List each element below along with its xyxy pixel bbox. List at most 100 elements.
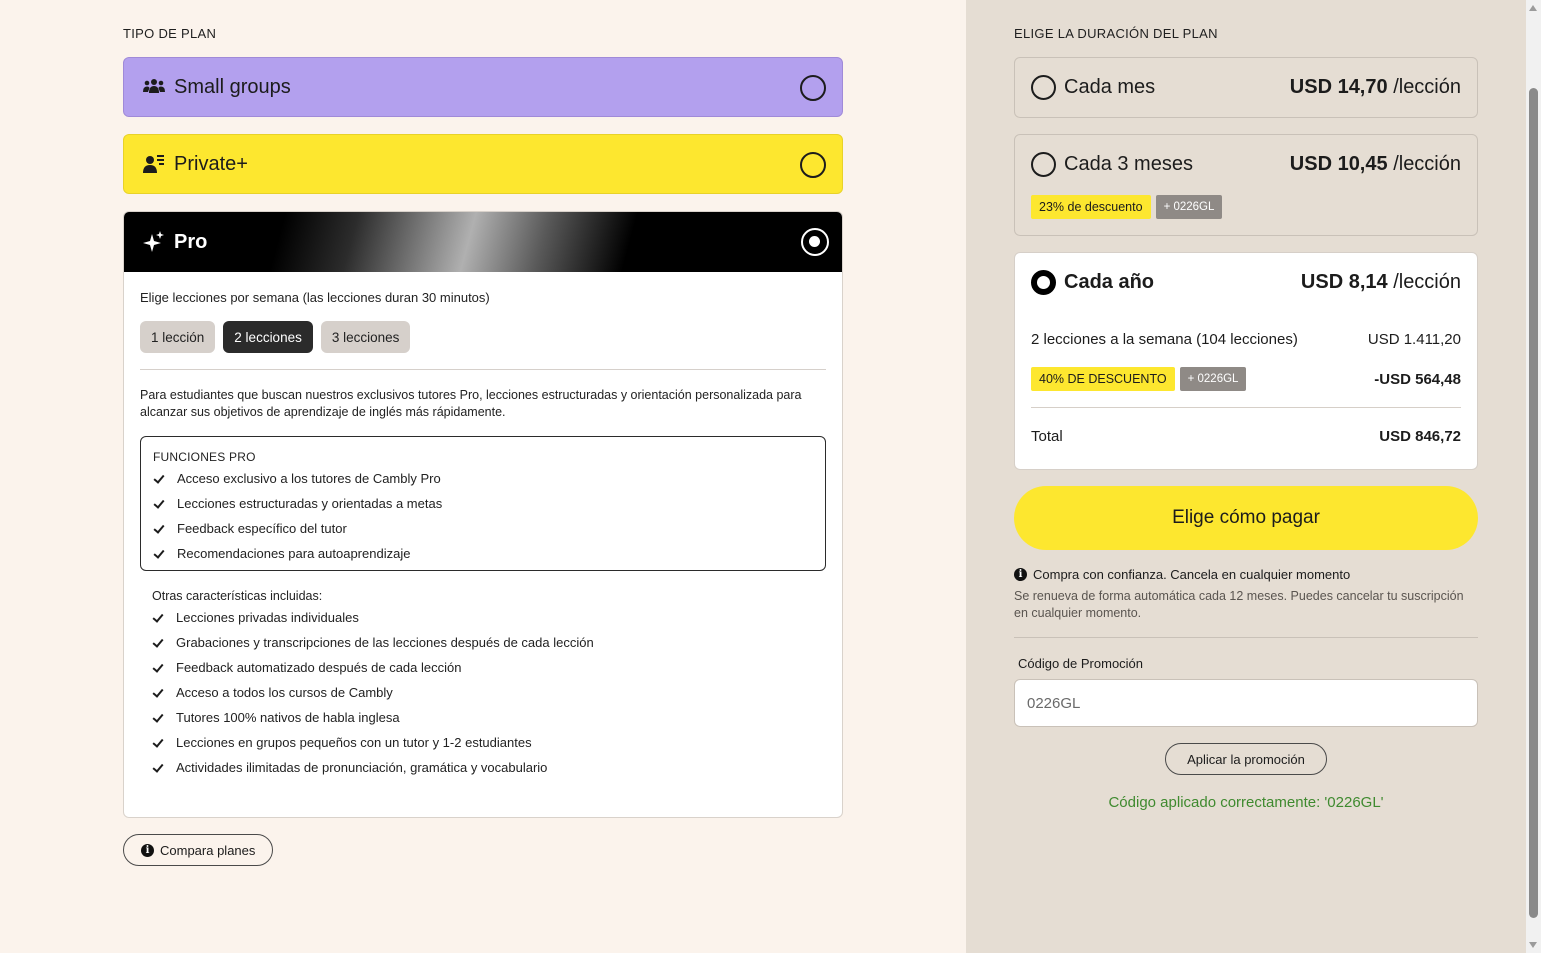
feature-item: Acceso exclusivo a los tutores de Cambly…: [153, 466, 813, 491]
renewal-note: Se renueva de forma automática cada 12 m…: [1014, 589, 1464, 620]
radio-button[interactable]: [1031, 75, 1056, 100]
pro-header[interactable]: Pro: [124, 212, 842, 272]
plan-label: Private+: [174, 152, 248, 175]
discount-badge: 40% DE DESCUENTO: [1031, 367, 1175, 391]
info-icon: i: [141, 843, 154, 857]
price-amount: USD 10,45: [1289, 153, 1388, 175]
summary-total-label: Total: [1031, 428, 1063, 445]
summary-total-line: Total USD 846,72: [1031, 428, 1461, 445]
duration-price: USD 8,14 /lección: [1301, 271, 1461, 294]
group-icon: [142, 75, 166, 99]
feature-text: Acceso exclusivo a los tutores de Cambly…: [177, 471, 441, 486]
summary-lessons-label: 2 lecciones a la semana (104 lecciones): [1031, 331, 1298, 348]
lesson-option-2[interactable]: 2 lecciones: [223, 321, 313, 353]
check-icon: [153, 548, 165, 560]
apply-promo-button[interactable]: Aplicar la promoción: [1165, 743, 1327, 775]
feature-item: Feedback automatizado después de cada le…: [152, 655, 814, 680]
duration-label: Cada año: [1064, 271, 1155, 293]
scrollbar[interactable]: [1526, 0, 1541, 953]
feature-text: Feedback automatizado después de cada le…: [176, 660, 462, 675]
private-tutor-icon: [142, 152, 166, 176]
check-icon: [152, 612, 164, 624]
scrollbar-thumb[interactable]: [1529, 88, 1538, 918]
feature-text: Feedback específico del tutor: [177, 521, 347, 536]
summary-discount-value: -USD 564,48: [1374, 370, 1461, 388]
lessons-per-week-label: Elige lecciones por semana (las leccione…: [140, 290, 490, 305]
choose-payment-button[interactable]: Elige cómo pagar: [1014, 486, 1478, 550]
summary-total-value: USD 846,72: [1379, 428, 1461, 445]
feature-item: Lecciones en grupos pequeños con un tuto…: [152, 730, 814, 755]
feature-item: Grabaciones y transcripciones de las lec…: [152, 630, 814, 655]
price-unit: /lección: [1393, 271, 1461, 293]
compare-plans-label: Compara planes: [160, 842, 256, 858]
plan-label: Small groups: [174, 75, 291, 98]
summary-discount-line: 40% DE DESCUENTO + 0226GL -USD 564,48: [1031, 367, 1461, 391]
feature-text: Actividades ilimitadas de pronunciación,…: [176, 760, 548, 775]
radio-button-selected[interactable]: [801, 228, 829, 256]
feature-text: Lecciones estructuradas y orientadas a m…: [177, 496, 443, 511]
duration-label: Cada 3 meses: [1064, 153, 1193, 175]
radio-button[interactable]: [800, 152, 826, 178]
check-icon: [152, 687, 164, 699]
radio-button[interactable]: [1031, 152, 1056, 177]
plan-option-private-plus[interactable]: Private+: [123, 134, 843, 194]
radio-button[interactable]: [800, 75, 826, 101]
promo-code-label: Código de Promoción: [1018, 656, 1144, 671]
plan-label: Pro: [174, 230, 208, 253]
duration-option-quarterly[interactable]: Cada 3 meses USD 10,45 /lección 23% de d…: [1014, 134, 1478, 236]
check-icon: [153, 473, 165, 485]
duration-option-yearly[interactable]: Cada año USD 8,14 /lección 2 lecciones a…: [1014, 252, 1478, 470]
duration-label: Cada mes: [1064, 76, 1156, 98]
lesson-option-1[interactable]: 1 lección: [140, 321, 216, 353]
summary-lessons-line: 2 lecciones a la semana (104 lecciones) …: [1031, 331, 1461, 348]
feature-item: Lecciones privadas individuales: [152, 605, 814, 630]
plan-type-panel: TIPO DE PLAN Small groups Private+ Pro E…: [0, 0, 966, 953]
feature-text: Grabaciones y transcripciones de las lec…: [176, 635, 594, 650]
check-icon: [152, 637, 164, 649]
summary-lessons-value: USD 1.411,20: [1367, 331, 1461, 348]
price-unit: /lección: [1393, 153, 1461, 175]
other-features: Otras características incluidas: Leccion…: [140, 571, 826, 780]
duration-title: ELIGE LA DURACIÓN DEL PLAN: [1014, 26, 1218, 41]
price-amount: USD 8,14: [1300, 271, 1388, 293]
feature-item: Feedback específico del tutor: [153, 516, 813, 541]
pro-features-box: FUNCIONES PRO Acceso exclusivo a los tut…: [140, 436, 826, 571]
check-icon: [153, 498, 165, 510]
compare-plans-button[interactable]: i Compara planes: [123, 834, 274, 866]
promo-badge: + 0226GL: [1155, 195, 1223, 219]
check-icon: [153, 523, 165, 535]
divider: [1014, 637, 1478, 638]
check-icon: [152, 712, 164, 724]
lesson-option-3[interactable]: 3 lecciones: [320, 321, 411, 353]
price-amount: USD 14,70: [1289, 76, 1388, 98]
scroll-down-icon[interactable]: [1529, 942, 1537, 948]
info-icon: i: [1014, 568, 1027, 581]
feature-item: Acceso a todos los cursos de Cambly: [152, 680, 814, 705]
plan-option-small-groups[interactable]: Small groups: [123, 57, 843, 117]
check-icon: [152, 737, 164, 749]
plan-option-pro: Pro Elige lecciones por semana (las lecc…: [123, 211, 843, 818]
feature-text: Recomendaciones para autoaprendizaje: [177, 546, 411, 561]
duration-option-monthly[interactable]: Cada mes USD 14,70 /lección: [1014, 57, 1478, 118]
plan-type-title: TIPO DE PLAN: [123, 26, 217, 41]
promo-success-message: Código aplicado correctamente: '0226GL': [1108, 794, 1384, 811]
feature-item: Lecciones estructuradas y orientadas a m…: [153, 491, 813, 516]
feature-item: Tutores 100% nativos de habla inglesa: [152, 705, 814, 730]
feature-item: Actividades ilimitadas de pronunciación,…: [152, 755, 814, 780]
sparkle-icon: [142, 230, 166, 254]
promo-code-input[interactable]: [1014, 679, 1478, 727]
promo-badge: + 0226GL: [1179, 367, 1247, 391]
confidence-text: Compra con confianza. Cancela en cualqui…: [1033, 567, 1351, 582]
duration-price: USD 10,45 /lección: [1290, 153, 1461, 176]
radio-button-selected[interactable]: [1031, 270, 1056, 295]
scroll-up-icon[interactable]: [1529, 5, 1537, 11]
price-unit: /lección: [1393, 76, 1461, 98]
feature-text: Tutores 100% nativos de habla inglesa: [176, 710, 400, 725]
divider: [140, 369, 826, 370]
duration-price: USD 14,70 /lección: [1290, 76, 1461, 99]
check-icon: [152, 662, 164, 674]
feature-text: Lecciones en grupos pequeños con un tuto…: [176, 735, 532, 750]
other-features-title: Otras características incluidas:: [152, 589, 323, 603]
confidence-note: i Compra con confianza. Cancela en cualq…: [1014, 567, 1350, 582]
pro-description: Para estudiantes que buscan nuestros exc…: [140, 388, 802, 419]
